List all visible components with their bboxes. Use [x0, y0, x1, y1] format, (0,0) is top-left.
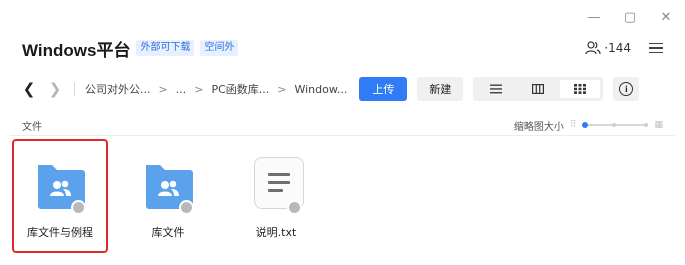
list-view-icon — [490, 84, 503, 94]
view-mode-switch — [473, 77, 604, 101]
cloud-status-icon — [71, 200, 86, 215]
file-item-readme[interactable]: 说明.txt — [229, 140, 323, 252]
shared-folder-icon — [138, 157, 198, 215]
back-icon[interactable]: ❮ — [22, 80, 36, 98]
divider — [10, 135, 675, 136]
member-count: ·144 — [604, 41, 631, 55]
cloud-status-icon — [179, 200, 194, 215]
page-title: Windows平台 — [22, 40, 131, 60]
users-icon — [585, 41, 601, 55]
column-view-icon — [532, 84, 545, 94]
detail-view-button[interactable] — [518, 80, 558, 98]
info-icon: i — [619, 82, 634, 96]
grid-view-button[interactable] — [560, 80, 601, 98]
title-bar: Windows平台 外部可下载 空间外 ·144 — [22, 36, 663, 60]
text-file-icon — [246, 157, 306, 215]
large-grid-icon[interactable]: ▦ — [654, 120, 663, 130]
chevron-right-icon: > — [158, 82, 168, 96]
thumbnail-size-label: 缩略图大小 — [513, 121, 564, 133]
cloud-status-icon — [287, 200, 302, 215]
file-name: 说明.txt — [255, 226, 297, 239]
breadcrumb: 公司对外公... > ... > PC函数库... > Window... — [85, 81, 347, 97]
file-name: 库文件 — [151, 226, 185, 239]
small-grid-icon[interactable]: ⠿ — [570, 120, 577, 130]
tag-external-download: 外部可下载 — [136, 40, 195, 56]
file-grid: 库文件与例程 库文件 说明.txt — [12, 139, 323, 253]
maximize-icon[interactable]: ▢ — [623, 10, 637, 25]
members-button[interactable]: ·144 — [585, 41, 631, 55]
breadcrumb-item[interactable]: PC函数库... — [211, 81, 269, 97]
toolbar: ❮ ❯ 公司对外公... > ... > PC函数库... > Window..… — [22, 76, 663, 102]
column-header-file: 文件 — [22, 121, 42, 133]
toolbar-divider — [74, 82, 75, 96]
menu-icon[interactable] — [649, 42, 663, 54]
list-header: 文件 缩略图大小 ⠿ ▦ — [22, 116, 663, 134]
file-name: 库文件与例程 — [27, 226, 93, 239]
file-item-folder-lib-examples[interactable]: 库文件与例程 — [12, 139, 108, 253]
grid-view-icon — [574, 84, 587, 94]
chevron-right-icon: > — [277, 82, 287, 96]
breadcrumb-item[interactable]: 公司对外公... — [85, 81, 151, 97]
minimize-icon[interactable]: — — [587, 10, 601, 25]
tag-outside-space: 空间外 — [200, 40, 239, 56]
new-button[interactable]: 新建 — [417, 77, 464, 101]
info-button[interactable]: i — [613, 77, 640, 101]
upload-button[interactable]: 上传 — [359, 77, 408, 101]
forward-icon[interactable]: ❯ — [48, 80, 62, 98]
shared-folder-icon — [30, 157, 90, 215]
breadcrumb-item-current[interactable]: Window... — [294, 83, 347, 96]
close-icon[interactable]: ✕ — [659, 10, 673, 25]
thumbnail-size-slider[interactable] — [582, 120, 649, 130]
file-item-folder-lib[interactable]: 库文件 — [121, 140, 215, 252]
list-view-button[interactable] — [476, 80, 516, 98]
chevron-right-icon: > — [194, 82, 204, 96]
breadcrumb-item[interactable]: ... — [176, 83, 187, 96]
window-controls: — ▢ ✕ — [587, 10, 673, 25]
slider-handle[interactable] — [582, 122, 589, 128]
